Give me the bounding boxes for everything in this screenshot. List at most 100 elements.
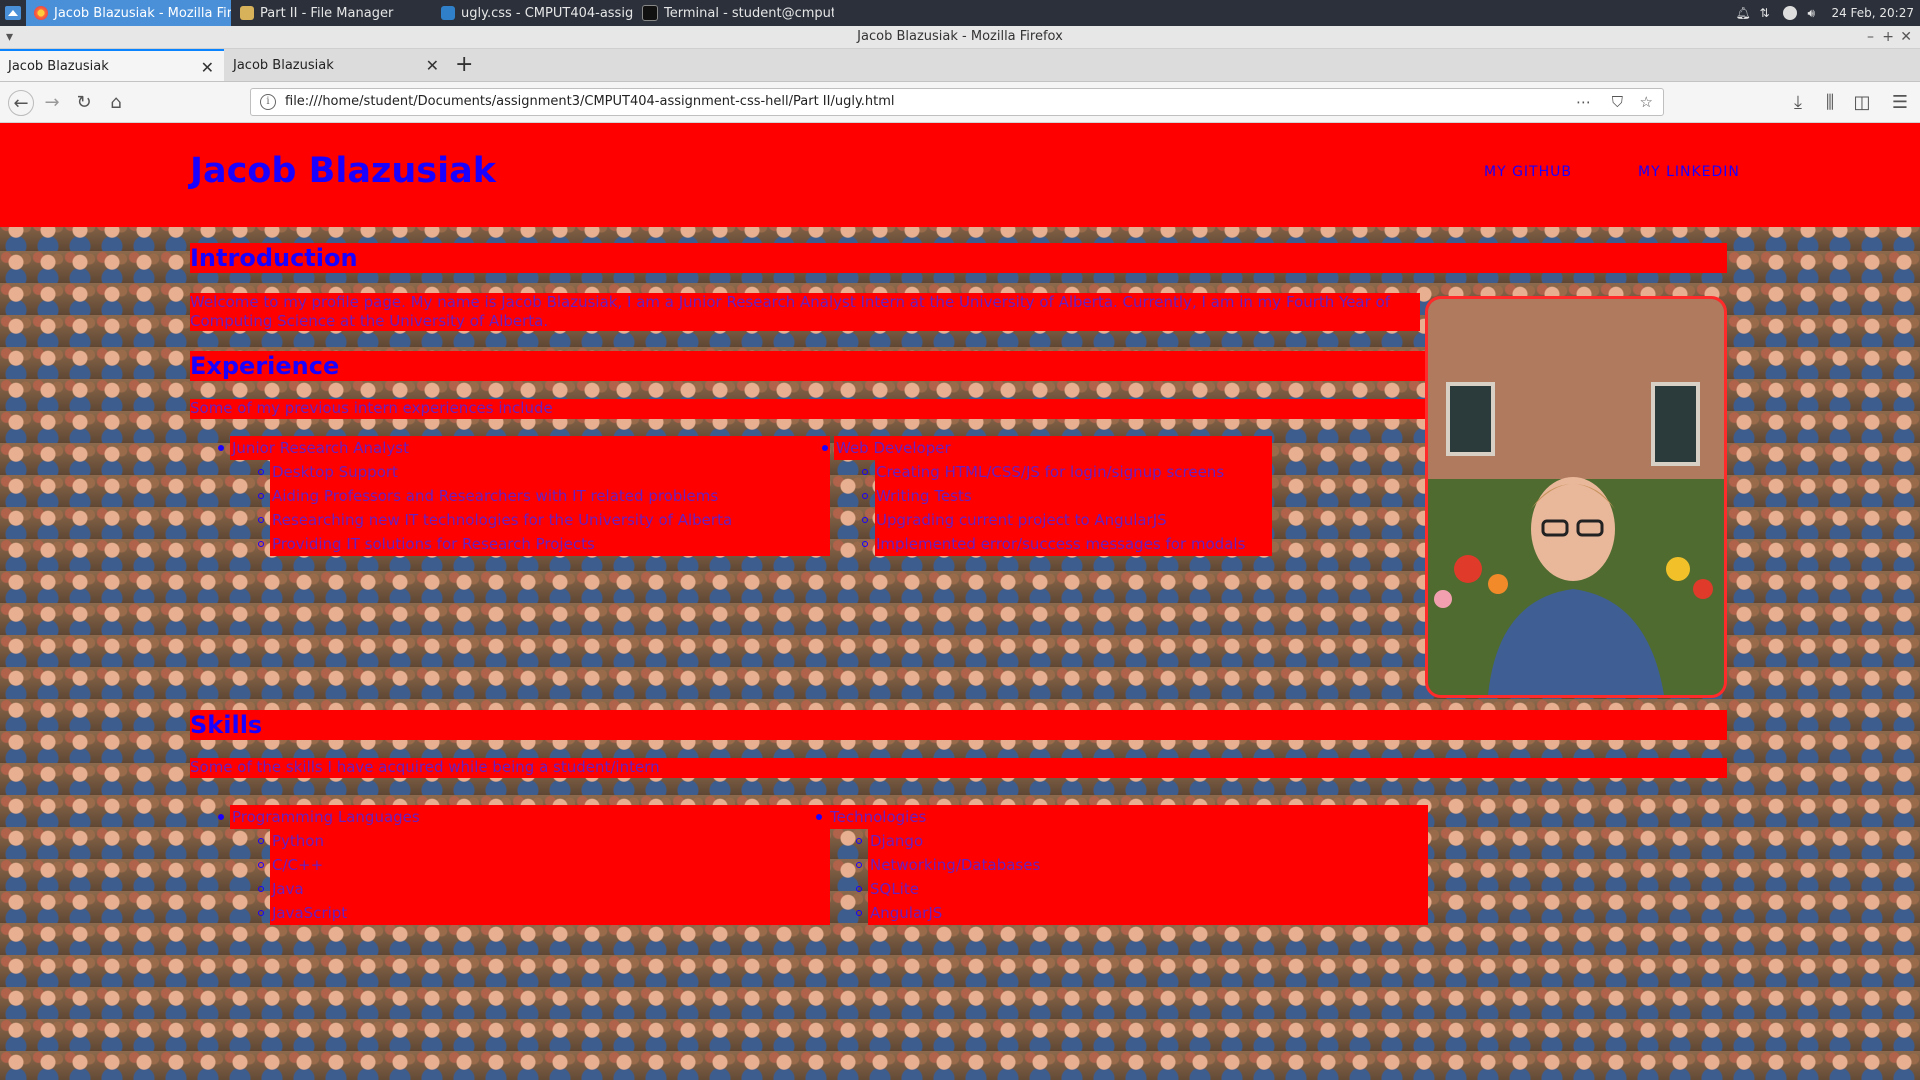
pocket-icon[interactable]: ⛉: [1612, 93, 1623, 111]
job-title: Web Developer: [836, 439, 951, 457]
url-text[interactable]: file:///home/student/Documents/assignmen…: [285, 94, 895, 109]
site-header: Jacob Blazusiak MY GITHUB MY LINKEDIN: [0, 123, 1920, 227]
profile-photo: [1425, 296, 1727, 698]
bullet-icon: [856, 886, 862, 892]
job-item: Desktop Support: [272, 463, 398, 481]
bullet-icon: [258, 469, 264, 475]
bullet-icon: [258, 517, 264, 523]
job-item: Providing IT solutions for Research Proj…: [272, 535, 595, 553]
bullet-icon: [258, 886, 264, 892]
window-menu-icon[interactable]: ▾: [6, 26, 13, 48]
bullet-icon: [816, 814, 822, 820]
job-title: Junior Research Analyst: [232, 439, 409, 457]
linkedin-link[interactable]: MY LINKEDIN: [1638, 164, 1740, 180]
bullet-icon: [218, 445, 224, 451]
taskbar-terminal[interactable]: Terminal - student@cmput40...: [634, 0, 834, 26]
taskbar-task-label: Jacob Blazusiak - Mozilla Fire...: [54, 5, 231, 21]
library-icon[interactable]: ⫼: [1818, 90, 1842, 114]
skill-group-title: Technologies: [830, 808, 927, 826]
bookmark-star-icon[interactable]: ☆: [1640, 93, 1653, 111]
vscode-icon: [441, 6, 455, 20]
bullet-icon: [856, 910, 862, 916]
new-tab-icon[interactable]: +: [455, 54, 473, 76]
reload-icon[interactable]: ↻: [72, 90, 96, 114]
bullet-icon: [218, 814, 224, 820]
navigation-toolbar: ← → ↻ ⌂ i file:///home/student/Documents…: [0, 82, 1920, 123]
bullet-icon: [258, 862, 264, 868]
maximize-icon[interactable]: +: [1882, 26, 1894, 48]
skill-item: Networking/Databases: [870, 856, 1041, 874]
job-item: Writing Tests: [876, 487, 972, 505]
tab-label: Jacob Blazusiak: [233, 57, 334, 73]
notification-bell-icon[interactable]: 🔔︎: [1735, 6, 1750, 20]
experience-heading: Experience: [190, 351, 1425, 381]
job-item: Aiding Professors and Researchers with I…: [272, 487, 719, 505]
window-title: Jacob Blazusiak - Mozilla Firefox: [857, 29, 1063, 44]
taskbar-file-manager[interactable]: Part II - File Manager: [232, 0, 432, 26]
intro-heading: Introduction: [190, 243, 1727, 273]
taskbar-task-label: Terminal - student@cmput40...: [664, 5, 834, 21]
tab-label: Jacob Blazusiak: [8, 58, 109, 74]
skill-item: SQLite: [870, 880, 919, 898]
downloads-icon[interactable]: ⤓: [1786, 90, 1810, 114]
bullet-icon: [258, 493, 264, 499]
bullet-icon: [258, 541, 264, 547]
bullet-icon: [258, 838, 264, 844]
skills-heading: Skills: [190, 710, 1727, 740]
app-menu-icon[interactable]: [4, 4, 22, 22]
volume-icon[interactable]: 🔊︎: [1807, 6, 1821, 20]
site-info-icon[interactable]: i: [260, 94, 276, 110]
update-icon[interactable]: [1783, 6, 1798, 20]
tab-2[interactable]: Jacob Blazusiak ✕: [225, 49, 449, 81]
tab-1[interactable]: Jacob Blazusiak ✕: [0, 49, 224, 81]
skills-text: Some of the skills I have acquired while…: [190, 758, 1727, 778]
site-title: Jacob Blazusiak: [190, 151, 496, 191]
back-icon[interactable]: ←: [8, 90, 34, 116]
bullet-icon: [862, 541, 868, 547]
job-item: Upgrading current project to AngularJS: [876, 511, 1167, 529]
skill-items-bg: [270, 829, 830, 925]
tab-strip: Jacob Blazusiak ✕ Jacob Blazusiak ✕: [0, 49, 1920, 82]
bullet-icon: [856, 862, 862, 868]
clock[interactable]: 24 Feb, 20:27: [1831, 6, 1914, 20]
skill-item: Django: [870, 832, 924, 850]
skill-item: Python: [272, 832, 324, 850]
os-taskbar: Jacob Blazusiak - Mozilla Fire... Part I…: [0, 0, 1920, 26]
window-titlebar: ▾ Jacob Blazusiak - Mozilla Firefox – + …: [0, 26, 1920, 49]
taskbar-editor[interactable]: ugly.css - CMPUT404-assign...: [433, 0, 633, 26]
network-icon[interactable]: ⇅: [1759, 6, 1773, 20]
bullet-icon: [856, 838, 862, 844]
experience-text: Some of my previous intern experiences i…: [190, 399, 1425, 419]
job-item: Implemented error/success messages for m…: [876, 535, 1246, 553]
job-item: Researching new IT technologies for the …: [272, 511, 733, 529]
taskbar-firefox[interactable]: Jacob Blazusiak - Mozilla Fire...: [26, 0, 231, 26]
page-viewport: Jacob Blazusiak MY GITHUB MY LINKEDIN In…: [0, 123, 1920, 1080]
system-tray: 🔔︎ ⇅ 🔊︎ 24 Feb, 20:27: [1735, 0, 1914, 26]
taskbar-task-label: Part II - File Manager: [260, 5, 394, 21]
skill-group-title: Programming Languages: [232, 808, 420, 826]
folder-icon: [240, 6, 254, 20]
page-actions-icon[interactable]: ⋯: [1576, 93, 1591, 111]
job-item: Creating HTML/CSS/JS for login/signup sc…: [876, 463, 1225, 481]
skill-item: C/C++: [272, 856, 324, 874]
minimize-icon[interactable]: –: [1867, 26, 1874, 48]
firefox-icon: [34, 6, 48, 20]
taskbar-task-label: ugly.css - CMPUT404-assign...: [461, 5, 633, 21]
github-link[interactable]: MY GITHUB: [1484, 164, 1572, 180]
bullet-icon: [862, 493, 868, 499]
skill-item: JavaScript: [272, 904, 348, 922]
close-tab-icon[interactable]: ✕: [201, 58, 214, 77]
bullet-icon: [822, 445, 828, 451]
close-window-icon[interactable]: ✕: [1900, 26, 1912, 48]
forward-icon[interactable]: →: [40, 90, 64, 114]
hamburger-menu-icon[interactable]: ☰: [1888, 90, 1912, 114]
sidebar-icon[interactable]: ◫: [1850, 90, 1874, 114]
home-icon[interactable]: ⌂: [104, 90, 128, 114]
skill-item: Java: [272, 880, 304, 898]
url-bar[interactable]: i file:///home/student/Documents/assignm…: [250, 88, 1664, 116]
profile-photo-image: [1428, 299, 1724, 695]
intro-text: Welcome to my profile page. My name is J…: [190, 293, 1420, 331]
bullet-icon: [258, 910, 264, 916]
close-tab-icon[interactable]: ✕: [426, 56, 439, 75]
bullet-icon: [862, 517, 868, 523]
